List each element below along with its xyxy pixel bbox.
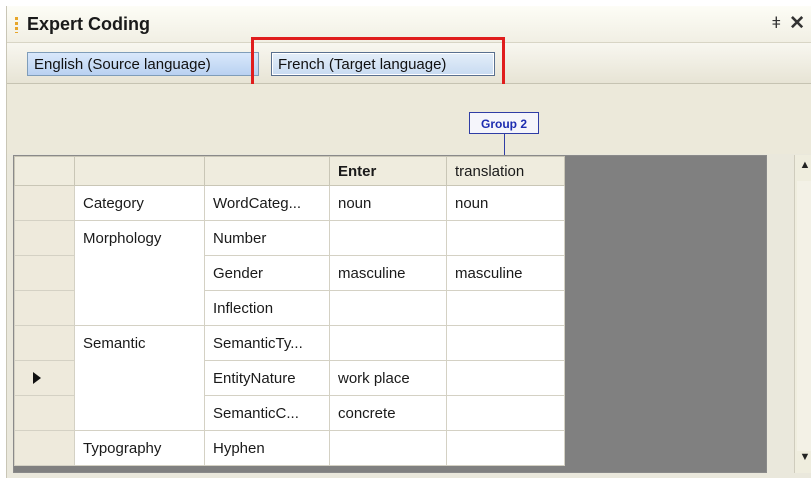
category-cell[interactable]: Category [74,185,205,221]
translation-cell[interactable] [446,395,565,431]
group-connector [504,134,505,155]
table-row[interactable]: Semantic SemanticTy... [14,325,565,431]
close-icon[interactable]: ✕ [789,12,805,35]
enter-cell[interactable] [329,220,447,256]
column-header-translation[interactable]: translation [446,156,565,186]
pin-icon[interactable]: ǂ [772,15,781,33]
group-label[interactable]: Group 2 [469,112,539,134]
row-header[interactable] [14,325,75,361]
table-row[interactable]: Morphology Number [14,220,565,326]
table-row[interactable]: Typography Hyphen [14,430,565,466]
enter-cell[interactable]: masculine [329,255,447,291]
attribute-cell[interactable]: SemanticTy... [204,325,330,361]
category-cell[interactable]: Semantic [74,325,205,431]
attribute-cell[interactable]: Hyphen [204,430,330,466]
current-row-arrow-icon [33,372,41,384]
scroll-down-icon[interactable]: ▼ [798,451,811,469]
category-cell[interactable]: Typography [74,430,205,466]
translation-cell[interactable]: masculine [446,255,565,291]
tab-source-language[interactable]: English (Source language) [27,52,259,76]
translation-cell[interactable]: noun [446,185,565,221]
enter-cell[interactable]: work place [329,360,447,396]
enter-cell[interactable] [329,290,447,326]
attribute-cell[interactable]: Inflection [204,290,330,326]
attribute-cell[interactable]: WordCateg... [204,185,330,221]
column-header-enter[interactable]: Enter [329,156,447,186]
attribute-cell[interactable]: Number [204,220,330,256]
attribute-cell[interactable]: EntityNature [204,360,330,396]
row-header[interactable] [14,255,75,291]
attribute-cell[interactable]: Gender [204,255,330,291]
translation-cell[interactable] [446,290,565,326]
column-header-category[interactable] [74,156,205,186]
table-header-row: Enter translation [14,156,565,186]
translation-cell[interactable] [446,360,565,396]
translation-cell[interactable] [446,430,565,466]
translation-cell[interactable] [446,325,565,361]
row-header[interactable] [14,430,75,466]
row-header[interactable] [14,290,75,326]
category-cell[interactable]: Morphology [74,220,205,326]
row-header[interactable] [14,220,75,256]
panel-title: Expert Coding [27,14,151,34]
table-row[interactable]: Category WordCateg... noun noun [14,185,565,221]
column-header-attribute[interactable] [204,156,330,186]
coding-table: Enter translation Category WordCateg... … [14,156,565,466]
group-area [7,84,811,154]
enter-cell[interactable] [329,430,447,466]
row-header[interactable] [14,395,75,431]
drag-grip-icon[interactable] [15,17,18,33]
attribute-cell[interactable]: SemanticC... [204,395,330,431]
scrollbar-track[interactable] [797,181,811,451]
enter-cell[interactable] [329,325,447,361]
expert-coding-panel: Expert Coding ǂ ✕ English (Source langua… [6,6,811,478]
translation-cell[interactable] [446,220,565,256]
row-header[interactable] [14,185,75,221]
row-header-corner [14,156,75,186]
enter-cell[interactable]: noun [329,185,447,221]
enter-cell[interactable]: concrete [329,395,447,431]
coding-grid: Enter translation Category WordCateg... … [13,155,767,473]
vertical-scrollbar[interactable]: ▲ ▼ [794,155,811,473]
scroll-up-icon[interactable]: ▲ [798,159,811,177]
row-header-current[interactable] [14,360,75,396]
